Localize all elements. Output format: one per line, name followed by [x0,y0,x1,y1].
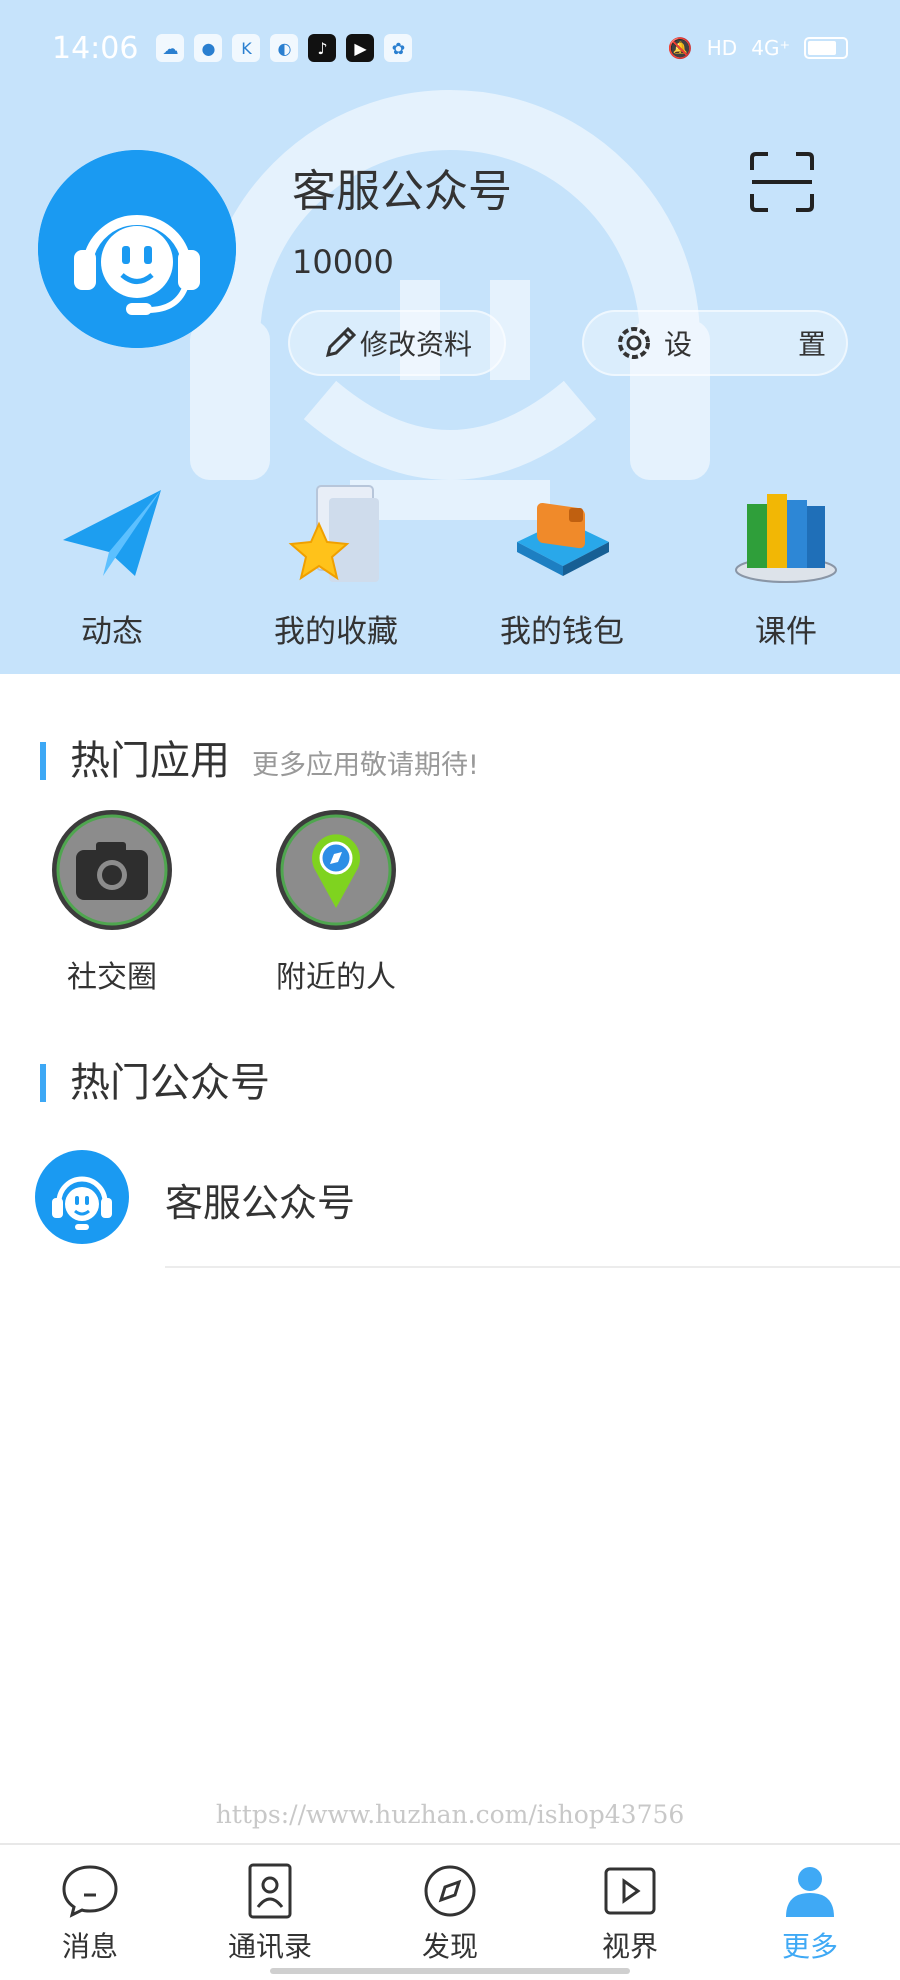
nav-label: 发现 [421,1930,478,1963]
quick-action-favorites[interactable]: 我的收藏 [236,480,436,651]
app-label: 社交圈 [67,960,157,995]
settings-label-first: 设 [664,328,693,361]
books-icon [735,494,837,583]
qq-app-icon: ● [194,34,223,62]
chat-bubble-icon [62,1865,118,1918]
bottom-nav: 消息 通讯录 发现 视界 更多 [0,1843,900,1980]
nav-label: 消息 [61,1930,118,1963]
hot-apps-subtitle: 更多应用敬请期待! [252,750,479,781]
customer-service-avatar-icon [35,1150,129,1244]
k-app-icon: K [232,34,261,62]
star-folder-icon [288,485,379,582]
gear-icon [618,327,650,359]
mute-bell-icon: 🔕 [667,36,693,60]
quick-actions: 动态 我的收藏 我的钱包 课件 [0,480,900,660]
tiktok-app-icon: ♪ [308,34,337,62]
status-time: 14:06 [52,30,139,66]
settings-button[interactable]: 设 置 [582,310,848,376]
tab-messages[interactable]: 消息 [30,1863,150,1965]
contacts-book-icon [248,1863,292,1919]
section-accent-bar [40,1064,46,1102]
quick-action-label: 动态 [81,614,143,650]
settings-label-second: 置 [797,328,826,361]
signal-icon: 4G⁺ [751,36,790,60]
status-right: 🔕 HD 4G⁺ [668,36,848,60]
nav-label: 更多 [781,1930,838,1963]
profile-header: 14:06 ☁ ● K ◐ ♪ ▶ ✿ 🔕 HD 4G⁺ 客服公众号 10000 [0,0,900,674]
person-icon [786,1867,834,1917]
official-account-item[interactable]: 客服公众号 [0,1140,900,1268]
status-bar: 14:06 ☁ ● K ◐ ♪ ▶ ✿ 🔕 HD 4G⁺ [0,0,900,96]
nav-label: 通讯录 [227,1930,312,1963]
location-pin-icon [276,810,396,930]
hot-apps-heading: 热门应用 更多应用敬请期待! [40,728,479,786]
quick-action-label: 课件 [755,614,817,650]
list-divider [165,1266,900,1268]
wallet-icon [517,503,609,576]
play-video-icon [604,1867,656,1915]
nav-label: 视界 [601,1930,658,1963]
edit-profile-button[interactable]: 修改资料 [288,310,506,376]
pencil-icon [325,326,357,358]
hot-apps-title: 热门应用 [70,738,230,784]
hot-accounts-title: 热门公众号 [70,1060,270,1106]
quick-action-courseware[interactable]: 课件 [686,480,886,651]
official-account-name: 客服公众号 [165,1181,356,1225]
tab-more[interactable]: 更多 [750,1863,870,1965]
home-indicator [270,1968,630,1974]
paper-plane-icon [63,490,161,576]
avatar[interactable] [38,150,236,348]
quick-action-moments[interactable]: 动态 [12,480,212,651]
profile-id: 10000 [292,243,394,281]
compass-icon [424,1865,476,1917]
section-accent-bar [40,742,46,780]
cloud-app-icon: ☁ [156,34,185,62]
video-app-icon: ▶ [346,34,375,62]
battery-icon [804,37,848,59]
app-nearby-people[interactable]: 附近的人 [256,808,416,996]
settings-label: 设 置 [664,323,834,363]
quick-action-label: 我的钱包 [500,614,624,650]
tab-contacts[interactable]: 通讯录 [210,1863,330,1965]
profile-name: 客服公众号 [292,166,512,217]
status-app-icons: ☁ ● K ◐ ♪ ▶ ✿ [156,34,413,62]
app-social-circle[interactable]: 社交圈 [32,808,192,996]
quick-action-label: 我的收藏 [274,614,398,650]
camera-icon [52,810,172,930]
hd-badge: HD [706,36,738,60]
tab-vision[interactable]: 视界 [570,1863,690,1965]
browser-app-icon: ◐ [270,34,299,62]
baidu-app-icon: ✿ [384,34,413,62]
scan-icon[interactable] [748,150,816,214]
quick-action-wallet[interactable]: 我的钱包 [462,480,662,651]
watermark-url: https://www.huzhan.com/ishop43756 [215,1800,685,1829]
tab-discover[interactable]: 发现 [390,1863,510,1965]
hot-accounts-heading: 热门公众号 [40,1050,270,1108]
app-label: 附近的人 [276,960,396,995]
edit-profile-label: 修改资料 [360,328,473,361]
